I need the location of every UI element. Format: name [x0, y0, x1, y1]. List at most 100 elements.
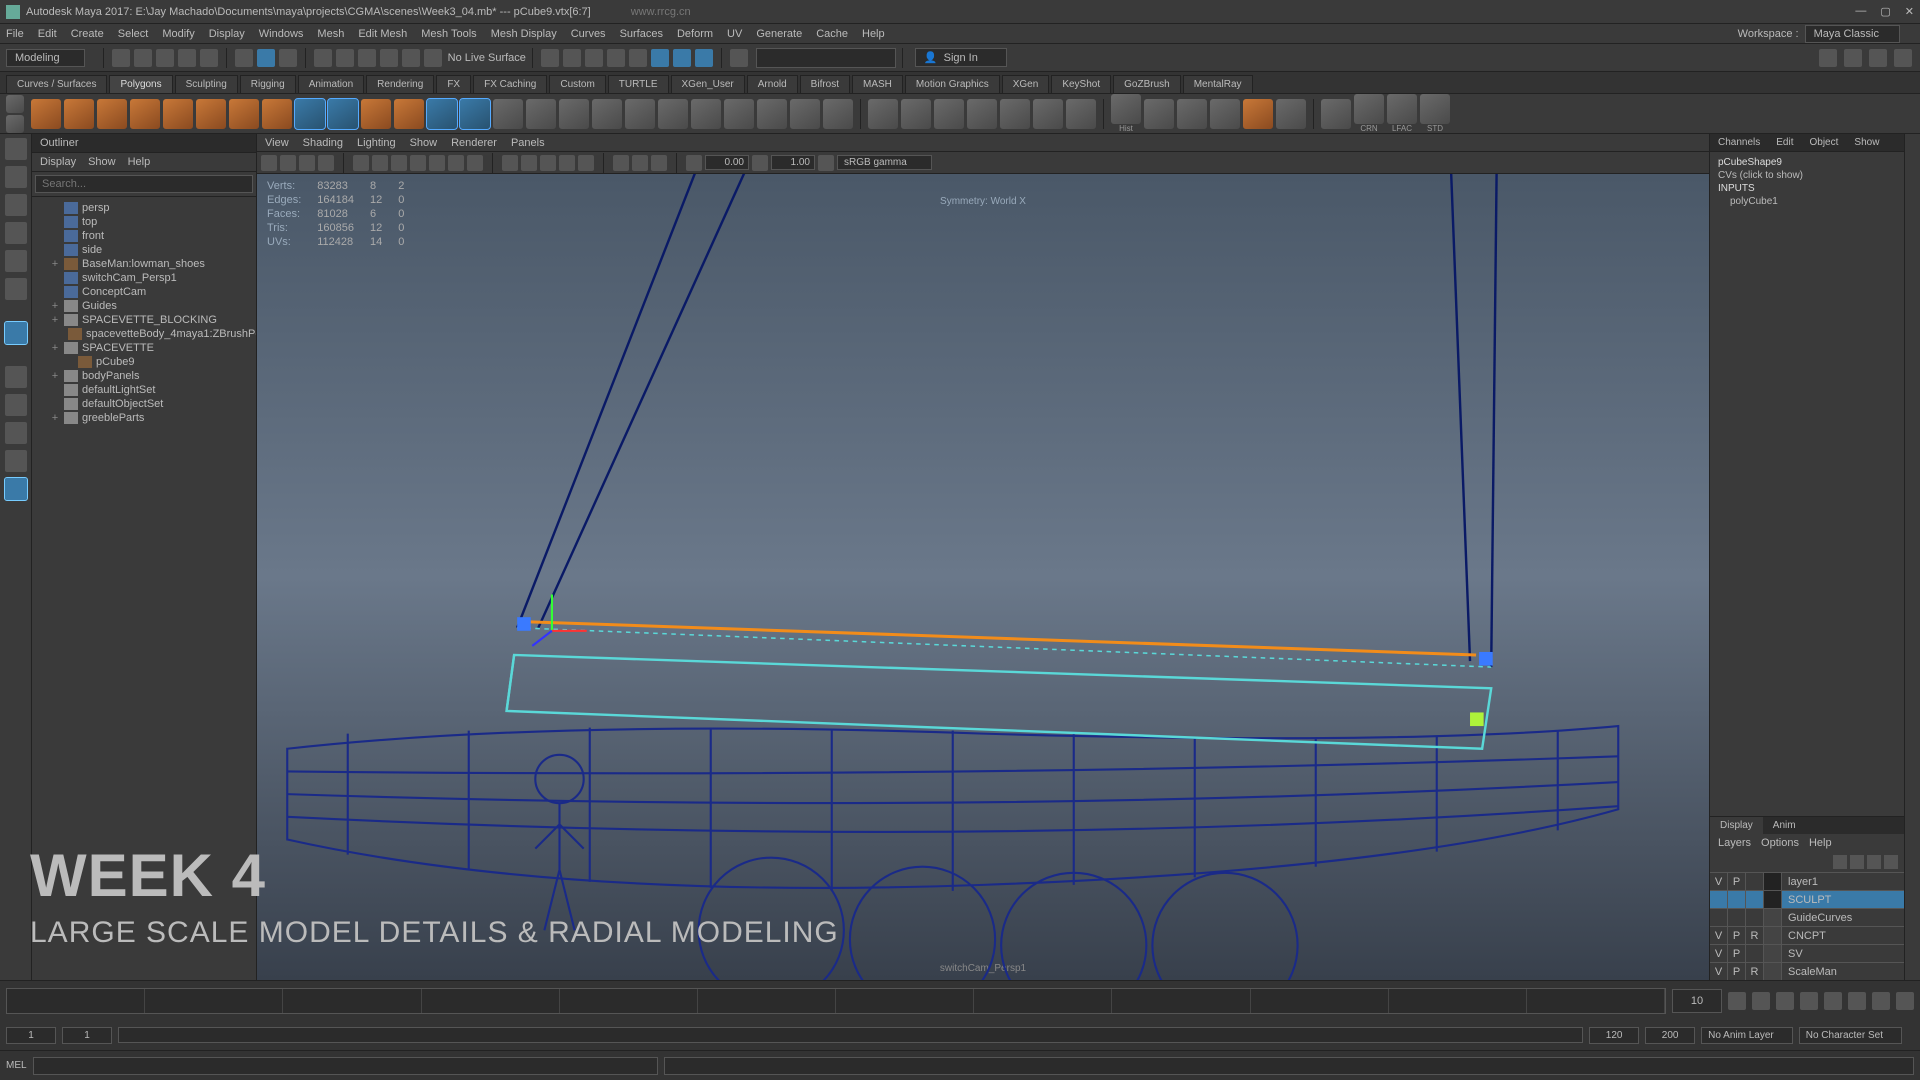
append-icon[interactable]: [724, 99, 754, 129]
menu-edit[interactable]: Edit: [38, 28, 57, 40]
outliner-tree[interactable]: persptopfrontside+BaseMan:lowman_shoessw…: [32, 197, 256, 980]
open-scene-icon[interactable]: [134, 49, 152, 67]
vp-menu-show[interactable]: Show: [410, 137, 438, 149]
shelf-tab[interactable]: Arnold: [747, 75, 798, 93]
layer-tab-display[interactable]: Display: [1710, 817, 1763, 834]
paint-select-tool-icon[interactable]: [5, 194, 27, 216]
workspace-dropdown[interactable]: Maya Classic: [1805, 25, 1900, 43]
vp-menu-lighting[interactable]: Lighting: [357, 137, 396, 149]
poly-cone-icon[interactable]: [130, 99, 160, 129]
vp-safe-action-icon[interactable]: [448, 155, 464, 171]
shelf-tab[interactable]: Sculpting: [175, 75, 238, 93]
toggle-toolsettings-icon[interactable]: [1844, 49, 1862, 67]
vp-shadows-icon[interactable]: [578, 155, 594, 171]
vp-lights-icon[interactable]: [559, 155, 575, 171]
lfac-icon[interactable]: [1387, 94, 1417, 124]
cmd-lang-label[interactable]: MEL: [6, 1060, 27, 1071]
vp-shaded-icon[interactable]: [521, 155, 537, 171]
close-button[interactable]: ✕: [1905, 5, 1914, 18]
layer-row[interactable]: VPRCNCPT: [1710, 926, 1904, 944]
render-settings-icon[interactable]: [629, 49, 647, 67]
menu-modify[interactable]: Modify: [162, 28, 194, 40]
input-node[interactable]: polyCube1: [1718, 195, 1896, 208]
vp-viewtransform-icon[interactable]: [818, 155, 834, 171]
vp-menu-renderer[interactable]: Renderer: [451, 137, 497, 149]
expand-icon[interactable]: +: [50, 300, 60, 312]
shelf-tab[interactable]: TURTLE: [608, 75, 669, 93]
menu-select[interactable]: Select: [118, 28, 149, 40]
playback-prev-key-icon[interactable]: [1752, 992, 1770, 1010]
outliner-node[interactable]: +bodyPanels: [32, 369, 256, 383]
poly-type-icon[interactable]: [295, 99, 325, 129]
playback-start-icon[interactable]: [1728, 992, 1746, 1010]
vp-far-field[interactable]: 1.00: [771, 155, 815, 170]
shelf-tab[interactable]: Animation: [298, 75, 364, 93]
layer-vis-toggle[interactable]: V: [1710, 963, 1728, 980]
hypershade-icon[interactable]: [651, 49, 669, 67]
soften-icon[interactable]: [1210, 99, 1240, 129]
multicut-icon[interactable]: [868, 99, 898, 129]
poly-pipe-icon[interactable]: [262, 99, 292, 129]
layer-color-swatch[interactable]: [1764, 891, 1782, 908]
vp-isolate-icon[interactable]: [613, 155, 629, 171]
layer-move-up-icon[interactable]: [1833, 855, 1847, 869]
poly-sphere-icon[interactable]: [31, 99, 61, 129]
insert-loop-icon[interactable]: [1000, 99, 1030, 129]
snap-curve-icon[interactable]: [336, 49, 354, 67]
poly-svg-icon[interactable]: [328, 99, 358, 129]
bevel-icon[interactable]: [691, 99, 721, 129]
render-view-icon[interactable]: [673, 49, 691, 67]
layer-move-down-icon[interactable]: [1850, 855, 1864, 869]
playback-play-icon[interactable]: [1824, 992, 1842, 1010]
playback-prev-frame-icon[interactable]: [1776, 992, 1794, 1010]
layer-playback-toggle[interactable]: [1728, 909, 1746, 926]
expand-icon[interactable]: +: [50, 342, 60, 354]
layer-vis-toggle[interactable]: V: [1710, 945, 1728, 962]
combine-icon[interactable]: [493, 99, 523, 129]
layout-outliner-icon[interactable]: [5, 450, 27, 472]
shelf-tab[interactable]: KeyShot: [1051, 75, 1111, 93]
outliner-node[interactable]: pCube9: [32, 355, 256, 369]
character-set-dropdown[interactable]: No Character Set: [1799, 1027, 1902, 1044]
layout-four-icon[interactable]: [5, 394, 27, 416]
menu-display[interactable]: Display: [209, 28, 245, 40]
vp-lock-camera-icon[interactable]: [280, 155, 296, 171]
outliner-node[interactable]: +BaseMan:lowman_shoes: [32, 257, 256, 271]
make-live-icon[interactable]: [424, 49, 442, 67]
layer-ref-toggle[interactable]: [1746, 873, 1764, 890]
component-mode-icon[interactable]: [257, 49, 275, 67]
vp-safe-title-icon[interactable]: [467, 155, 483, 171]
render-icon[interactable]: [585, 49, 603, 67]
vp-xray-icon[interactable]: [632, 155, 648, 171]
layer-color-swatch[interactable]: [1764, 909, 1782, 926]
range-start-field[interactable]: 1: [6, 1027, 56, 1044]
cb-tab-show[interactable]: Show: [1846, 134, 1887, 151]
current-frame-field[interactable]: 10: [1672, 989, 1722, 1013]
shelf-toggle-icon[interactable]: [6, 95, 24, 113]
layer-row[interactable]: SCULPT: [1710, 890, 1904, 908]
anim-layer-dropdown[interactable]: No Anim Layer: [1701, 1027, 1793, 1044]
menu-mesh[interactable]: Mesh: [317, 28, 344, 40]
toggle-attribute-icon[interactable]: [1869, 49, 1887, 67]
shelf-tab[interactable]: Curves / Surfaces: [6, 75, 107, 93]
shelf-tab[interactable]: FX Caching: [473, 75, 547, 93]
range-end-field[interactable]: 200: [1645, 1027, 1695, 1044]
history-icon[interactable]: [541, 49, 559, 67]
extrude-icon[interactable]: [625, 99, 655, 129]
vp-xray-joints-icon[interactable]: [651, 155, 667, 171]
shelf-tab[interactable]: Rigging: [240, 75, 296, 93]
undo-icon[interactable]: [178, 49, 196, 67]
vp-textured-icon[interactable]: [540, 155, 556, 171]
outliner-node[interactable]: ConceptCam: [32, 285, 256, 299]
menu-cache[interactable]: Cache: [816, 28, 848, 40]
outliner-node[interactable]: top: [32, 215, 256, 229]
layer-row[interactable]: VPRScaleMan: [1710, 962, 1904, 980]
playback-reverse-icon[interactable]: [1800, 992, 1818, 1010]
layer-color-swatch[interactable]: [1764, 927, 1782, 944]
lasso-tool-icon[interactable]: [5, 166, 27, 188]
cb-tab-object[interactable]: Object: [1802, 134, 1847, 151]
layer-playback-toggle[interactable]: [1728, 891, 1746, 908]
range-out-field[interactable]: 120: [1589, 1027, 1639, 1044]
vp-near-field[interactable]: 0.00: [705, 155, 749, 170]
layer-menu-help[interactable]: Help: [1809, 837, 1832, 849]
